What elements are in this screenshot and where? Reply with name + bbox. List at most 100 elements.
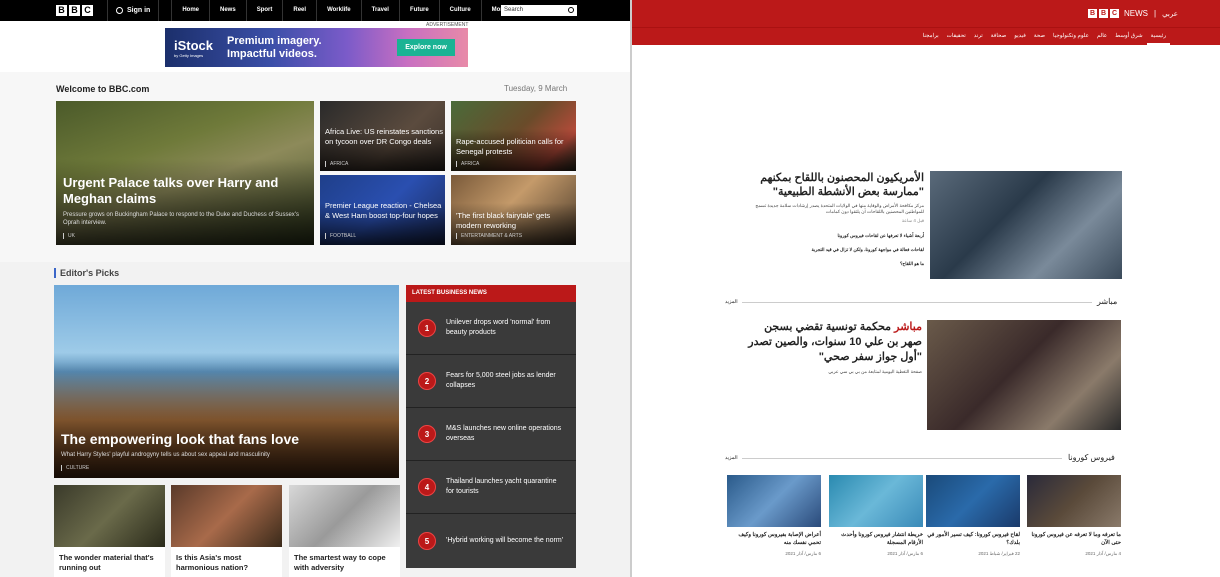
story-headline: Is this Asia's most harmonious nation? [176, 553, 249, 572]
corona-more-link[interactable]: المزيد [725, 455, 738, 461]
nav-world[interactable]: عالم [1093, 28, 1111, 45]
nav-travel[interactable]: Travel [360, 0, 399, 21]
story-headline: Premier League reaction - Chelsea & West… [325, 201, 442, 220]
bbc-arabic-window: B B C NEWS | عربي رئيسية شرق أوسط عالم ع… [632, 0, 1220, 577]
editors-pick-small-1[interactable]: The wonder material that's running out [54, 485, 165, 577]
main-nav: Home News Sport Reel Worklife Travel Fut… [171, 0, 532, 21]
story-category[interactable]: AFRICA [456, 161, 479, 167]
card-title: أعراض الإصابة بفيروس كورونا وكيف تحمي نف… [738, 532, 821, 546]
business-news-item[interactable]: 5 'Hybrid working will become the norm' [406, 514, 576, 567]
nav-future[interactable]: Future [398, 0, 439, 21]
story-headline: Africa Live: US reinstates sanctions on … [325, 127, 443, 146]
nav-news[interactable]: News [209, 0, 246, 21]
corona-card[interactable]: ما تعرفه وما لا تعرفه عن فيروس كورونا حت… [1027, 475, 1121, 557]
logo-separator: | [1154, 9, 1157, 18]
business-news-item[interactable]: 2 Fears for 5,000 steel jobs as lender co… [406, 355, 576, 408]
lead-summary: مركز مكافحة الأمراض والوقاية منها في الو… [755, 203, 924, 214]
story-category[interactable]: AFRICA [325, 161, 348, 167]
corona-card[interactable]: لقاح فيروس كورونا: كيف تسير الأمور في بل… [926, 475, 1020, 557]
story-headline: The wonder material that's running out [59, 553, 154, 572]
lead-headline: الأمريكيون المحصنون باللقاح بمكنهم "ممار… [760, 172, 924, 198]
lead-time: قبل 4 ساعة [901, 218, 924, 223]
ad-tagline-2: Impactful videos. [227, 47, 317, 60]
nav-home[interactable]: Home [171, 0, 209, 21]
editors-pick-small-2[interactable]: Is this Asia's most harmonious nation? [171, 485, 282, 577]
nav-investigations[interactable]: تحقيقات [943, 28, 970, 45]
nav-home[interactable]: رئيسية [1146, 28, 1170, 45]
live-prefix: مباشر [894, 321, 922, 333]
ad-cta-button[interactable]: Explore now [397, 39, 455, 56]
logo-letter: B [69, 5, 80, 16]
card-image [727, 475, 821, 527]
business-news-title: LATEST BUSINESS NEWS [406, 285, 576, 302]
business-news-item[interactable]: 3 M&S launches new online operations over… [406, 408, 576, 461]
bbc-top-nav: B B C Sign in Home News Sport Reel Workl… [0, 0, 632, 21]
ad-brand-name: iStock [174, 37, 214, 53]
bbc-news-arabic-logo[interactable]: B B C NEWS | عربي [1088, 9, 1178, 18]
nav-reel[interactable]: Reel [282, 0, 316, 21]
card-date: 22 فبراير/ شباط 2021 [978, 551, 1020, 556]
item-text: Fears for 5,000 steel jobs as lender col… [446, 372, 556, 389]
story-category[interactable]: CULTURE [61, 465, 89, 471]
top-story-4[interactable]: Premier League reaction - Chelsea & West… [320, 175, 445, 245]
nav-press[interactable]: صحافة [987, 28, 1010, 45]
corona-card[interactable]: أعراض الإصابة بفيروس كورونا وكيف تحمي نف… [727, 475, 821, 557]
corona-card[interactable]: خريطة انتشار فيروس كورونا وأحدث الأرقام … [829, 475, 923, 557]
nav-worklife[interactable]: Worklife [316, 0, 361, 21]
corona-section-label: فيروس كورونا [1068, 453, 1115, 462]
story-category[interactable]: ENTERTAINMENT & ARTS [456, 233, 522, 239]
live-story-image[interactable] [927, 320, 1121, 430]
nav-culture[interactable]: Culture [438, 0, 481, 21]
editors-picks-title: Editor's Picks [54, 268, 119, 278]
related-link[interactable]: لقاحات فعالة في مواجهة كورونا، ولكن لا ت… [742, 247, 924, 253]
sign-in-button[interactable]: Sign in [107, 0, 160, 21]
editors-pick-small-3[interactable]: The smartest way to cope with adversity [289, 485, 400, 577]
card-date: 4 مارس/ آذار 2021 [1085, 551, 1121, 556]
advertisement-banner[interactable]: iStock by Getty Images Premium imagery. Im… [165, 28, 468, 67]
story-category[interactable]: UK [63, 233, 75, 239]
card-date: 6 مارس/ آذار 2021 [887, 551, 923, 556]
logo-news: NEWS [1124, 9, 1148, 18]
business-news-item[interactable]: 4 Thailand launches yacht quarantine for … [406, 461, 576, 514]
item-text: Thailand launches yacht quarantine for t… [446, 478, 557, 495]
card-image [1027, 475, 1121, 527]
top-story-5[interactable]: 'The first black fairytale' gets modern … [451, 175, 576, 245]
live-section-label: مباشر [1097, 297, 1118, 306]
section-divider [742, 302, 1092, 303]
ad-tagline: Premium imagery. Impactful videos. [227, 35, 322, 61]
lead-story[interactable]: الأمريكيون المحصنون باللقاح بمكنهم "ممار… [742, 171, 924, 267]
story-headline: Rape-accused politician calls for Senega… [456, 137, 564, 156]
story-category[interactable]: FOOTBALL [325, 233, 356, 239]
related-link[interactable]: أربعة أشياء لا تعرفها عن لقاحات فيروس كو… [742, 233, 924, 239]
bbc-logo[interactable]: B B C [56, 5, 93, 16]
story-image [171, 485, 282, 547]
latest-business-news: LATEST BUSINESS NEWS 1 Unilever drops wor… [406, 285, 576, 568]
lead-story-image[interactable] [930, 171, 1122, 279]
live-story[interactable]: مباشر محكمة تونسية تقضي بسجن صهر بن علي … [742, 320, 922, 375]
nav-health[interactable]: صحة [1030, 28, 1049, 45]
story-headline: The empowering look that fans love [61, 431, 300, 447]
live-summary: صفحة التغطية اليومية لمتابعة من بي بي سي… [828, 369, 922, 374]
search-icon[interactable] [568, 7, 574, 13]
nav-video[interactable]: فيديو [1010, 28, 1030, 45]
editors-pick-main[interactable]: The empowering look that fans love What … [54, 285, 399, 478]
card-image [926, 475, 1020, 527]
nav-programs[interactable]: برامجنا [919, 28, 943, 45]
item-text: M&S launches new online operations overs… [446, 425, 562, 442]
search-input[interactable]: Search [501, 5, 577, 16]
top-story-3[interactable]: Rape-accused politician calls for Senega… [451, 101, 576, 171]
nav-middle-east[interactable]: شرق أوسط [1111, 28, 1146, 45]
item-number: 3 [418, 425, 436, 443]
item-number: 5 [418, 531, 436, 550]
logo-language: عربي [1162, 10, 1178, 18]
story-headline: Urgent Palace talks over Harry and Megha… [63, 175, 279, 206]
nav-science-tech[interactable]: علوم وتكنولوجيا [1049, 28, 1093, 45]
related-link[interactable]: ما هو اللقاح؟ [742, 261, 924, 267]
nav-trend[interactable]: ترند [970, 28, 987, 45]
item-text: 'Hybrid working will become the norm' [446, 536, 564, 544]
top-story-main[interactable]: Urgent Palace talks over Harry and Megha… [56, 101, 314, 245]
nav-sport[interactable]: Sport [245, 0, 283, 21]
top-story-2[interactable]: Africa Live: US reinstates sanctions on … [320, 101, 445, 171]
live-more-link[interactable]: المزيد [725, 299, 738, 305]
business-news-item[interactable]: 1 Unilever drops word 'normal' from beaut… [406, 302, 576, 355]
